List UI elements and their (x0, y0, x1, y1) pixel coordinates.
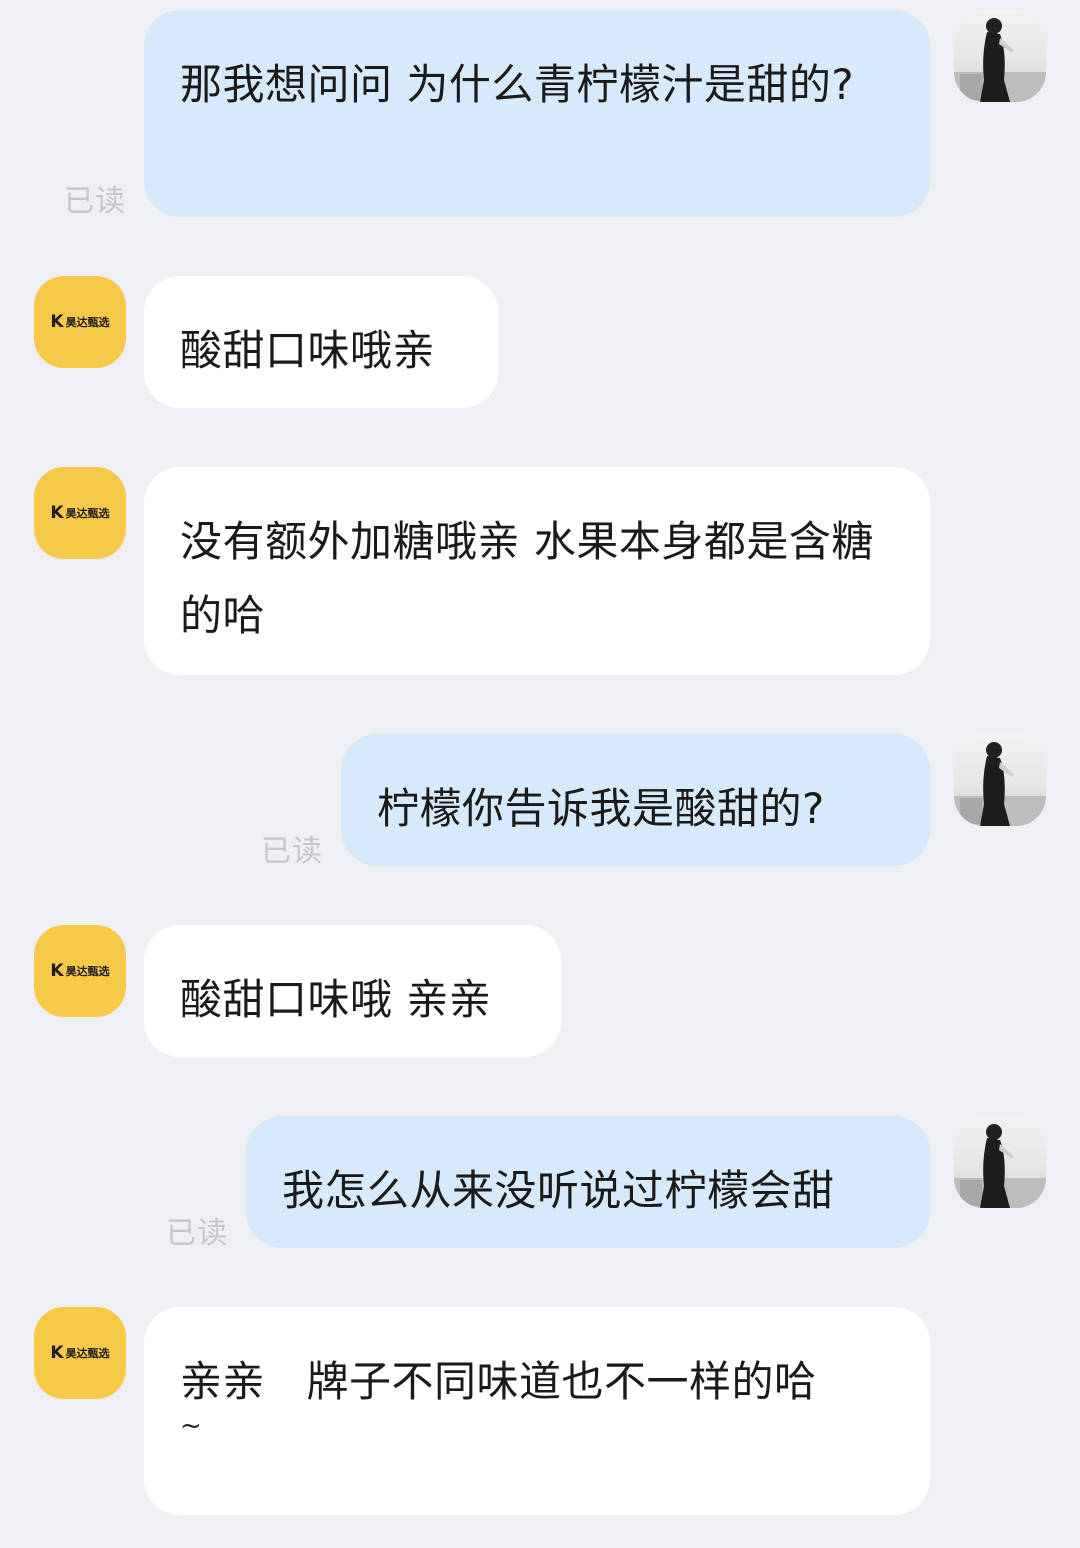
shop-avatar[interactable]: K 昊达甄选 (34, 925, 126, 1017)
shop-logo-icon: K 昊达甄选 (50, 312, 109, 332)
message-text: 我怎么从来没听说过柠檬会甜 (282, 1166, 835, 1215)
shop-avatar[interactable]: K 昊达甄选 (34, 1307, 126, 1399)
message-text: 亲亲 牌子不同味道也不一样的哈 (180, 1357, 817, 1406)
user-avatar-icon (954, 18, 1046, 102)
message-text: 酸甜口味哦亲 (180, 326, 436, 375)
message-text: 酸甜口味哦 亲亲 (180, 975, 492, 1024)
shop-logo-mark: K (50, 1343, 63, 1363)
user-avatar[interactable] (954, 734, 1046, 826)
shop-logo-mark: K (50, 961, 63, 981)
shop-logo-name: 昊达甄选 (65, 1347, 110, 1360)
user-avatar-icon (954, 1124, 1046, 1208)
shop-logo-icon: K 昊达甄选 (50, 961, 109, 981)
message-bubble-outgoing[interactable]: 柠檬你告诉我是酸甜的? (341, 734, 930, 866)
message-bubble-incoming[interactable]: 酸甜口味哦 亲亲 (144, 925, 561, 1057)
shop-logo-icon: K 昊达甄选 (50, 1343, 109, 1363)
shop-logo-name: 昊达甄选 (65, 316, 110, 329)
message-bubble-incoming[interactable]: 没有额外加糖哦亲 水果本身都是含糖的哈 (144, 467, 930, 675)
message-text: 没有额外加糖哦亲 水果本身都是含糖的哈 (180, 517, 874, 640)
user-avatar[interactable] (954, 10, 1046, 102)
read-status: 已读 (166, 1216, 228, 1251)
message-bubble-outgoing[interactable]: 我怎么从来没听说过柠檬会甜 (246, 1116, 930, 1248)
message-bubble-outgoing[interactable]: 那我想问问 为什么青柠檬汁是甜的? (144, 10, 930, 217)
shop-logo-mark: K (50, 503, 63, 523)
shop-logo-mark: K (50, 312, 63, 332)
shop-avatar[interactable]: K 昊达甄选 (34, 276, 126, 368)
shop-logo-icon: K 昊达甄选 (50, 503, 109, 523)
shop-logo-name: 昊达甄选 (65, 507, 110, 520)
message-bubble-incoming[interactable]: 酸甜口味哦亲 (144, 276, 498, 408)
user-avatar[interactable] (954, 1116, 1046, 1208)
message-text: 那我想问问 为什么青柠檬汁是甜的? (180, 60, 855, 109)
shop-avatar[interactable]: K 昊达甄选 (34, 467, 126, 559)
user-avatar-icon (954, 742, 1046, 826)
shop-logo-name: 昊达甄选 (65, 965, 110, 978)
message-bubble-incoming[interactable]: 亲亲 牌子不同味道也不一样的哈 ~ (144, 1307, 930, 1515)
read-status: 已读 (261, 834, 323, 869)
read-status: 已读 (64, 184, 126, 219)
message-text: 柠檬你告诉我是酸甜的? (377, 784, 825, 833)
